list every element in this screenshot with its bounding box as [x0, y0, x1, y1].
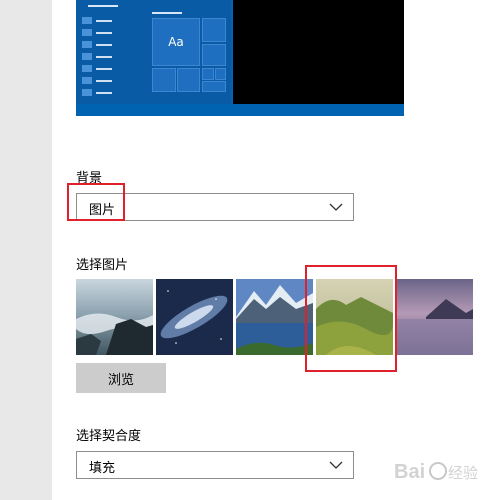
chevron-down-icon: [329, 461, 343, 469]
chevron-down-icon: [329, 203, 343, 211]
background-label: 背景: [76, 171, 103, 186]
fit-dropdown[interactable]: 填充: [76, 451, 354, 479]
start-list-preview: [82, 5, 142, 100]
svg-text:Bai: Bai: [394, 461, 425, 483]
background-dropdown-value: 图片: [89, 203, 116, 218]
baidu-watermark: Bai 经验: [390, 448, 498, 494]
preview-tile: [177, 68, 200, 92]
left-navigation-pane: [0, 0, 52, 500]
preview-tile-large: Aa: [152, 18, 200, 66]
preview-tile: [215, 68, 226, 80]
tiles-title-line: [152, 12, 182, 14]
thumbnail-green-hills[interactable]: [316, 279, 393, 355]
taskbar-preview: [76, 104, 404, 116]
desktop-area-preview: [233, 0, 404, 104]
preview-tile: [202, 81, 226, 92]
start-menu-preview: Aa: [76, 0, 231, 104]
preview-tile: [152, 68, 176, 92]
thumbnail-galaxy[interactable]: [156, 279, 233, 355]
choose-fit-label: 选择契合度: [76, 429, 142, 444]
browse-button[interactable]: 浏览: [76, 363, 166, 393]
preview-tile: [202, 18, 226, 42]
desktop-preview: Aa: [76, 0, 404, 116]
svg-text:经验: 经验: [448, 464, 478, 482]
choose-picture-label: 选择图片: [76, 258, 129, 273]
thumbnail-mountain-lake[interactable]: [236, 279, 313, 355]
thumbnail-misty-lake[interactable]: [396, 279, 473, 355]
background-dropdown[interactable]: 图片: [76, 193, 354, 221]
preview-tile-text: Aa: [168, 35, 184, 49]
preview-tile: [202, 68, 214, 80]
preview-tile: [202, 44, 226, 66]
fit-dropdown-value: 填充: [89, 461, 116, 476]
thumbnail-coastal-rocks[interactable]: [76, 279, 153, 355]
